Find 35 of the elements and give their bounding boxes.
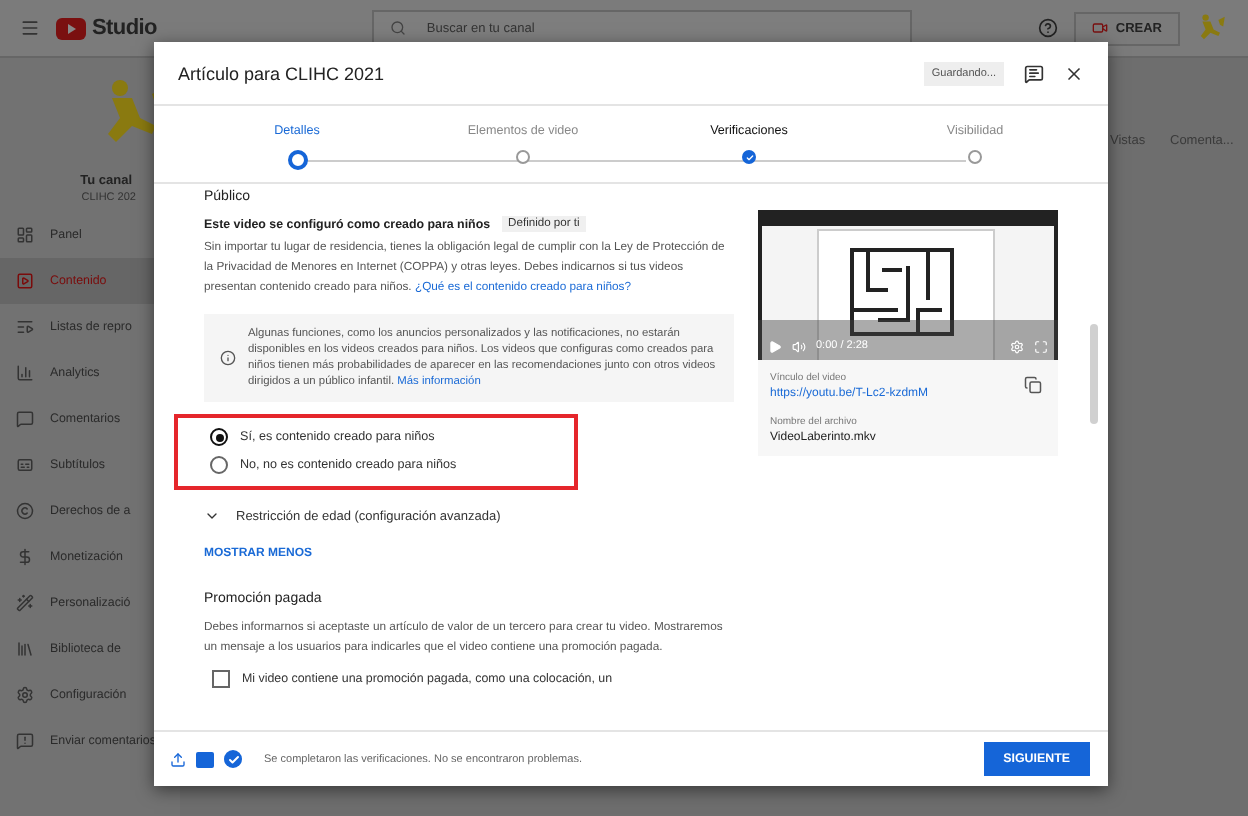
dollar-icon	[16, 548, 34, 566]
logo-icon	[56, 17, 86, 39]
settings-icon	[16, 686, 34, 704]
dashboard-icon	[16, 226, 34, 244]
scrollbar[interactable]	[1090, 324, 1098, 424]
check-icon	[224, 750, 242, 768]
chevron-icon	[204, 508, 220, 524]
help-icon[interactable]	[1037, 18, 1058, 38]
play-icon	[16, 272, 34, 290]
play-icon[interactable]	[768, 339, 782, 353]
wand-icon	[16, 594, 34, 612]
subtitles-icon	[16, 456, 34, 474]
search-icon	[390, 20, 407, 36]
close-icon[interactable]	[1064, 63, 1084, 83]
camera-icon	[1091, 20, 1108, 36]
menu-icon[interactable]	[20, 18, 40, 38]
fullscreen-icon[interactable]	[1034, 339, 1048, 353]
bar-chart-icon	[16, 364, 34, 382]
copy-icon[interactable]	[1024, 376, 1042, 394]
info-icon	[220, 350, 236, 366]
volume-icon[interactable]	[792, 339, 806, 353]
library-icon	[16, 640, 34, 658]
comment-icon	[16, 410, 34, 428]
playlist-icon	[16, 318, 34, 336]
checkbox[interactable]	[212, 670, 230, 688]
avatar-icon	[1196, 12, 1228, 44]
upload-icon	[170, 751, 186, 767]
radio-button[interactable]	[210, 428, 228, 446]
copyright-icon	[16, 502, 34, 520]
feedback-icon	[16, 732, 34, 750]
feedback-icon[interactable]	[1024, 63, 1044, 83]
dialog-title: Artículo para CLIHC 2021	[178, 63, 385, 83]
logo-text: Studio	[92, 16, 157, 40]
settings-icon[interactable]	[1010, 339, 1024, 353]
radio-button[interactable]	[210, 456, 228, 474]
